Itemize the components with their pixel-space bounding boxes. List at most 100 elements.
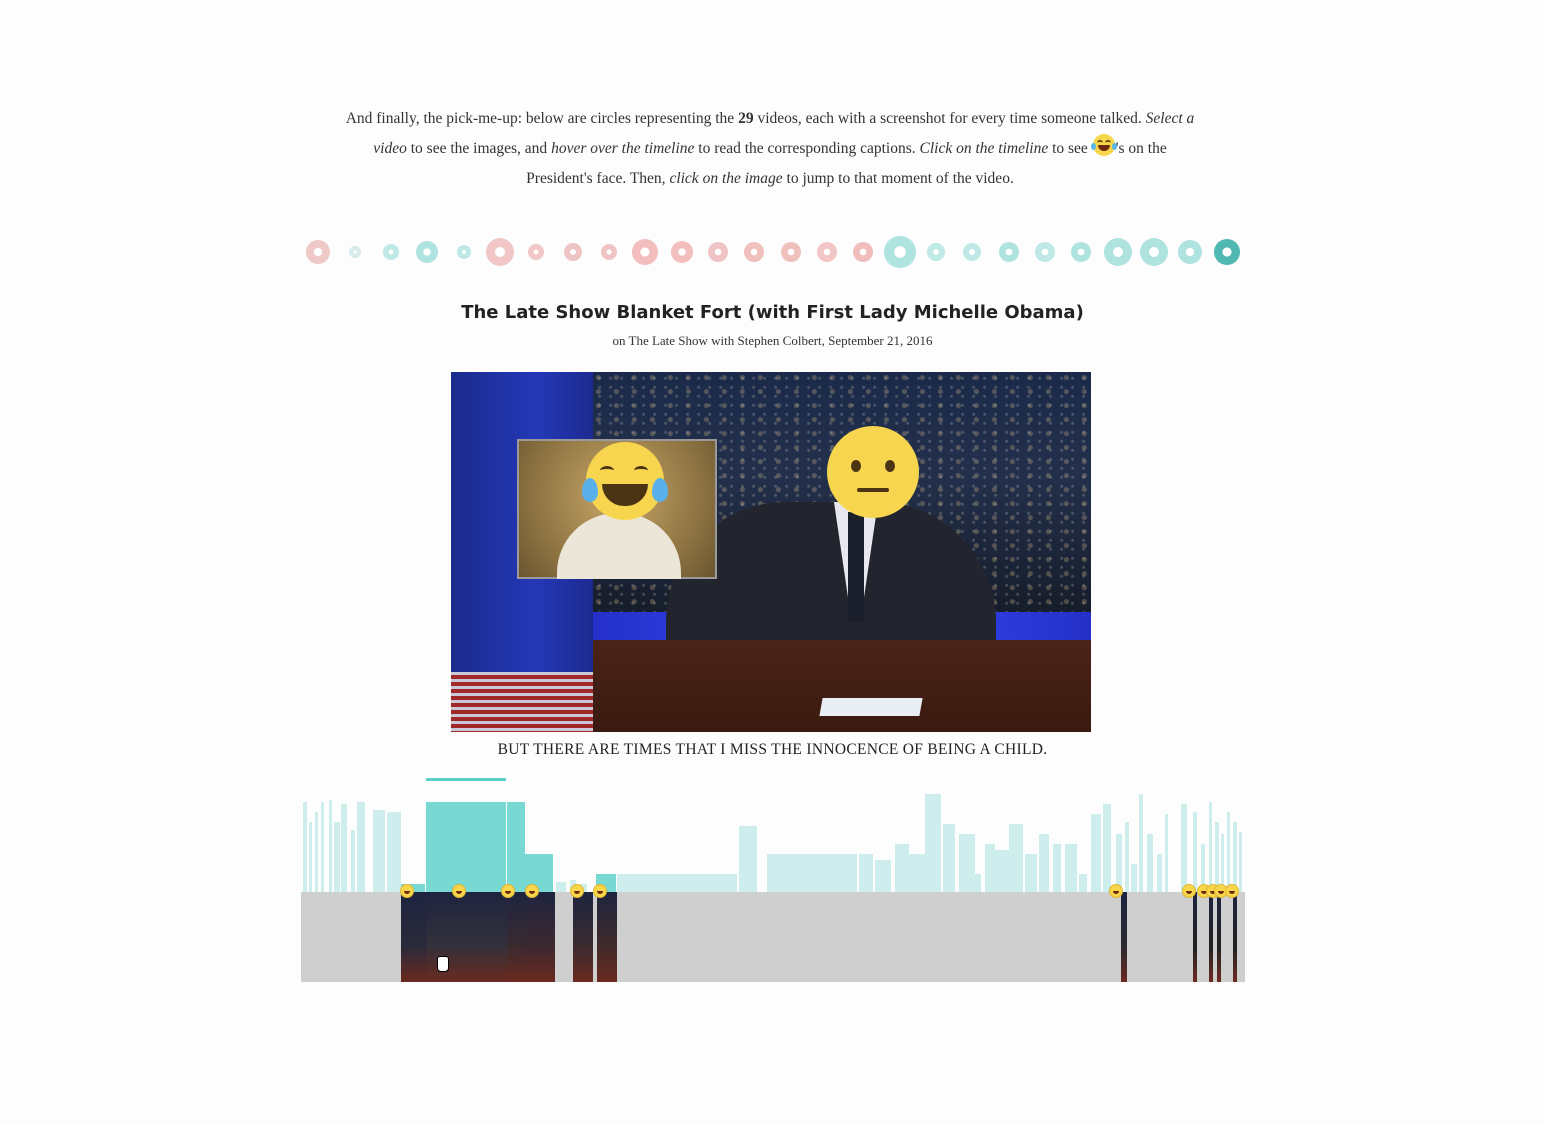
timeline-thumbnail[interactable] — [573, 892, 593, 982]
caption-bar[interactable] — [351, 830, 355, 892]
caption-bar[interactable] — [334, 822, 340, 892]
caption-bar[interactable] — [1239, 832, 1242, 892]
video-circle[interactable] — [1140, 238, 1169, 266]
video-circle[interactable] — [632, 239, 659, 265]
caption-bar[interactable] — [1103, 804, 1111, 892]
caption-bar[interactable] — [321, 802, 324, 892]
caption-bar[interactable] — [995, 850, 1009, 892]
caption-bar[interactable] — [959, 834, 975, 892]
video-circle[interactable] — [456, 245, 471, 259]
video-circle[interactable] — [963, 243, 982, 261]
video-circle[interactable] — [670, 241, 693, 263]
video-circle[interactable] — [416, 241, 439, 263]
video-circle[interactable] — [1178, 240, 1203, 264]
caption-bar[interactable] — [1181, 804, 1187, 892]
timeline-thumbnail[interactable] — [1193, 892, 1197, 982]
pointer-cursor-icon — [437, 956, 449, 972]
video-circle[interactable] — [1035, 242, 1056, 262]
caption-bar[interactable] — [1091, 814, 1101, 892]
laughing-emoji-marker-icon[interactable] — [1182, 884, 1196, 898]
caption-bar[interactable] — [1009, 824, 1023, 892]
caption-bar[interactable] — [426, 802, 506, 892]
caption-bar[interactable] — [943, 824, 955, 892]
caption-bar[interactable] — [507, 802, 525, 892]
laughing-emoji-marker-icon[interactable] — [501, 884, 515, 898]
laughing-emoji-marker-icon[interactable] — [1225, 884, 1239, 898]
laughing-emoji-marker-icon[interactable] — [400, 884, 414, 898]
caption-bar[interactable] — [373, 810, 385, 892]
caption-bar[interactable] — [617, 874, 737, 892]
caption-bar[interactable] — [1157, 854, 1162, 892]
video-circle[interactable] — [817, 242, 838, 262]
caption-bar[interactable] — [1209, 802, 1212, 892]
laughing-emoji-marker-icon[interactable] — [525, 884, 539, 898]
caption-bar[interactable] — [985, 844, 995, 892]
caption-bar[interactable] — [925, 794, 941, 892]
caption-bar[interactable] — [1079, 874, 1087, 892]
timeline-thumbnail[interactable] — [1121, 892, 1127, 982]
face-with-tears-of-joy-icon — [582, 442, 668, 520]
caption-bar[interactable] — [1139, 794, 1143, 892]
caption-bar[interactable] — [357, 802, 365, 892]
caption-bar[interactable] — [909, 854, 925, 892]
caption-bar[interactable] — [1131, 864, 1137, 892]
caption-bar[interactable] — [739, 826, 757, 892]
video-screenshot[interactable] — [451, 372, 1091, 732]
video-circle[interactable] — [528, 244, 545, 260]
caption-bar[interactable] — [1233, 822, 1237, 892]
timeline-thumbnail[interactable] — [1217, 892, 1221, 982]
video-circle[interactable] — [600, 244, 617, 260]
caption-bar[interactable] — [387, 812, 401, 892]
timeline-thumbnail[interactable] — [525, 892, 555, 982]
caption-bar[interactable] — [1125, 822, 1129, 892]
intro-click-image-instruction: click on the image — [669, 170, 783, 187]
caption-bar[interactable] — [1215, 822, 1219, 892]
video-circle[interactable] — [306, 240, 331, 264]
video-circle[interactable] — [1071, 242, 1092, 262]
video-circle[interactable] — [1103, 238, 1132, 266]
caption-bar[interactable] — [1039, 834, 1049, 892]
caption-bar[interactable] — [329, 800, 332, 892]
caption-bar[interactable] — [975, 874, 981, 892]
intro-text: videos, each with a screenshot for every… — [753, 110, 1146, 127]
video-circle[interactable] — [780, 242, 801, 262]
video-circle[interactable] — [853, 242, 874, 262]
caption-bar[interactable] — [1147, 834, 1153, 892]
video-circle[interactable] — [382, 244, 399, 260]
caption-bar[interactable] — [1053, 844, 1061, 892]
caption-bar[interactable] — [1165, 814, 1168, 892]
timeline-thumbnail[interactable] — [401, 892, 427, 982]
video-circle[interactable] — [485, 238, 514, 266]
video-circle[interactable] — [998, 242, 1019, 262]
caption-bar[interactable] — [875, 860, 891, 892]
caption-timeline[interactable] — [301, 778, 1245, 984]
laughing-emoji-marker-icon[interactable] — [1109, 884, 1123, 898]
laughing-emoji-marker-icon[interactable] — [452, 884, 466, 898]
caption-bar[interactable] — [341, 804, 347, 892]
laughing-emoji-marker-icon[interactable] — [570, 884, 584, 898]
video-circle[interactable] — [1213, 239, 1240, 265]
timeline-thumbnail[interactable] — [1209, 892, 1213, 982]
caption-bar[interactable] — [895, 844, 909, 892]
video-circle[interactable] — [927, 243, 946, 261]
timeline-thumbnail[interactable] — [507, 892, 525, 982]
caption-bar[interactable] — [1065, 844, 1077, 892]
caption-bar[interactable] — [859, 854, 873, 892]
laughing-emoji-marker-icon[interactable] — [593, 884, 607, 898]
video-circle[interactable] — [707, 242, 728, 262]
caption-bar[interactable] — [556, 882, 566, 892]
timeline-thumbnail[interactable] — [1233, 892, 1237, 982]
caption-bar[interactable] — [1025, 854, 1037, 892]
video-circle[interactable] — [348, 246, 361, 258]
video-circle[interactable] — [883, 236, 916, 268]
caption-bar[interactable] — [309, 822, 312, 892]
video-circle[interactable] — [563, 243, 582, 261]
neutral-face-icon — [827, 426, 919, 518]
timeline-thumbnail[interactable] — [597, 892, 617, 982]
caption-bar[interactable] — [1227, 812, 1230, 892]
caption-bar[interactable] — [767, 854, 857, 892]
caption-bar[interactable] — [1193, 812, 1197, 892]
caption-bar[interactable] — [303, 802, 307, 892]
caption-bar[interactable] — [315, 812, 318, 892]
video-circle[interactable] — [744, 242, 765, 262]
